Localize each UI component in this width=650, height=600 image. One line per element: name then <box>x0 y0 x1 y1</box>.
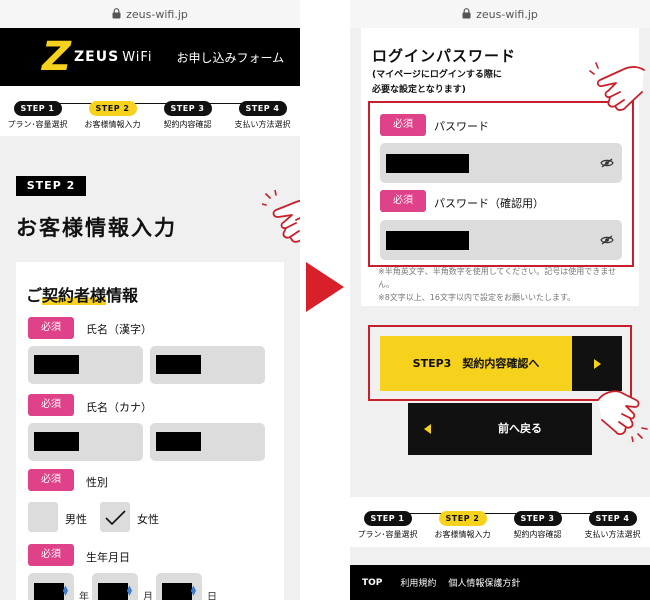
step-3-label: 契約内容確認 <box>513 530 562 539</box>
step-2-label: お客様情報入力 <box>434 530 491 539</box>
male-checkbox[interactable] <box>28 502 58 532</box>
footer-top-link[interactable]: TOP <box>362 578 382 588</box>
step-4: STEP 4 支払い方法選択 <box>575 506 650 540</box>
redaction <box>98 583 128 600</box>
logo-suffix: WiFi <box>122 50 153 65</box>
pointing-hand-icon <box>262 190 300 243</box>
first-name-kana-input[interactable] <box>150 423 265 461</box>
female-checkbox[interactable] <box>100 502 130 532</box>
logo-name: ZEUS <box>74 49 120 65</box>
required-badge: 必須 <box>28 469 74 491</box>
zeus-wifi-logo[interactable]: Z ZEUS WiFi <box>42 37 153 77</box>
site-header: Z ZEUS WiFi お申し込みフォーム <box>0 28 300 86</box>
day-unit: 日 <box>207 592 217 600</box>
redaction <box>34 355 79 374</box>
step-3: STEP 3 契約内容確認 <box>150 96 225 130</box>
logo-wordmark: ZEUS WiFi <box>74 49 153 65</box>
step-2-label: お客様情報入力 <box>84 120 141 129</box>
password-section-title: ログインパスワード <box>372 47 517 65</box>
required-badge: 必須 <box>28 317 74 339</box>
step-1-label: プラン･容量選択 <box>7 120 68 129</box>
next-step-label: STEP3 契約内容確認へ <box>412 357 540 370</box>
redaction <box>34 432 79 451</box>
first-name-kanji-input[interactable] <box>150 346 265 384</box>
password-note: ※半角英文字、半角数字を使用してください。記号は使用できません。 ※8文字以上、… <box>378 265 626 304</box>
redaction <box>156 355 201 374</box>
site-footer: TOP 利用規約 個人情報保護方針 <box>350 565 650 600</box>
page-title: お客様情報入力 <box>16 216 177 240</box>
back-button[interactable]: 前へ戻る <box>408 403 592 455</box>
pointing-hand-icon <box>589 62 645 111</box>
name-kana-label: 氏名（カナ） <box>86 401 152 414</box>
section-title-highlight: 契約者様 <box>42 286 107 305</box>
step-progress: STEP 1 プラン･容量選択 STEP 2 お客様情報入力 STEP 3 契約… <box>350 497 650 547</box>
subtitle-line-2: 必要な設定となります) <box>372 85 466 95</box>
triangle-right-icon <box>594 359 601 369</box>
logo-mark: Z <box>42 34 72 80</box>
footer-privacy-link[interactable]: 個人情報保護方針 <box>448 576 520 589</box>
triangle-left-icon <box>424 424 431 434</box>
section-title-suffix: 情報 <box>106 286 139 305</box>
lock-icon <box>462 7 471 18</box>
step-1-label: プラン･容量選択 <box>357 530 418 539</box>
step-3-pill: STEP 3 <box>513 511 562 526</box>
name-kanji-label: 氏名（漢字） <box>86 323 152 336</box>
step-4-pill: STEP 4 <box>238 101 287 116</box>
step-2: STEP 2 お客様情報入力 <box>425 506 500 540</box>
left-phone-screen: zeus-wifi.jp Z ZEUS WiFi お申し込みフォーム STEP 1… <box>0 0 300 600</box>
birthdate-label: 生年月日 <box>86 551 130 564</box>
required-badge: 必須 <box>28 394 74 416</box>
section-title-prefix: ご <box>26 286 43 305</box>
customer-info-card: ご契約者様情報 必須 氏名（漢字） 必須 氏名（カナ） 必須 性別 男性 女性 <box>16 262 284 600</box>
password-highlight-box <box>368 101 634 267</box>
checkmark-icon <box>105 510 126 526</box>
url-bar[interactable]: zeus-wifi.jp <box>350 0 650 28</box>
note-line-2: ※8文字以上、16文字以内で設定をお願いいたします。 <box>378 293 576 302</box>
male-label: 男性 <box>65 513 87 526</box>
step-3-pill: STEP 3 <box>163 101 212 116</box>
password-section-subtitle: (マイページにログインする際に 必要な設定となります) <box>372 68 502 98</box>
step-1-pill: STEP 1 <box>363 511 412 526</box>
step-progress: STEP 1 プラン･容量選択 STEP 2 お客様情報入力 STEP 3 契約… <box>0 86 300 136</box>
step-2-pill: STEP 2 <box>88 101 137 116</box>
step-1-pill: STEP 1 <box>13 101 62 116</box>
step-2-pill: STEP 2 <box>438 511 487 526</box>
required-badge: 必須 <box>28 544 74 566</box>
section-title: ご契約者様情報 <box>26 282 138 306</box>
subtitle-line-1: (マイページにログインする際に <box>372 70 502 80</box>
step-3-label: 契約内容確認 <box>163 120 212 129</box>
step-4-label: 支払い方法選択 <box>584 530 641 539</box>
year-unit: 年 <box>79 592 89 600</box>
redaction <box>34 583 64 600</box>
header-title: お申し込みフォーム <box>176 50 285 65</box>
url-bar[interactable]: zeus-wifi.jp <box>0 0 300 28</box>
url-text: zeus-wifi.jp <box>126 7 188 21</box>
chevron-updown-icon: ▲ ▼ <box>126 584 133 597</box>
step-4-label: 支払い方法選択 <box>234 120 291 129</box>
redaction <box>156 432 201 451</box>
step-1: STEP 1 プラン･容量選択 <box>0 96 75 130</box>
redaction <box>162 583 192 600</box>
next-step-button[interactable]: STEP3 契約内容確認へ <box>380 336 622 391</box>
gender-label: 性別 <box>86 476 108 489</box>
step-4: STEP 4 支払い方法選択 <box>225 96 300 130</box>
pointing-hand-icon <box>597 390 648 442</box>
back-button-label: 前へ戻る <box>498 422 542 435</box>
chevron-updown-icon: ▲ ▼ <box>62 584 69 597</box>
step-3: STEP 3 契約内容確認 <box>500 506 575 540</box>
step-4-pill: STEP 4 <box>588 511 637 526</box>
chevron-updown-icon: ▲ ▼ <box>190 584 197 597</box>
last-name-kanji-input[interactable] <box>28 346 143 384</box>
arrow-right-icon <box>306 262 344 312</box>
last-name-kana-input[interactable] <box>28 423 143 461</box>
note-line-1: ※半角英文字、半角数字を使用してください。記号は使用できません。 <box>378 267 616 289</box>
step-badge: STEP 2 <box>16 176 86 196</box>
footer-terms-link[interactable]: 利用規約 <box>400 576 436 589</box>
step-2: STEP 2 お客様情報入力 <box>75 96 150 130</box>
month-unit: 月 <box>143 592 153 600</box>
url-text: zeus-wifi.jp <box>476 7 538 21</box>
female-label: 女性 <box>137 513 159 526</box>
lock-icon <box>112 7 121 18</box>
step-1: STEP 1 プラン･容量選択 <box>350 506 425 540</box>
